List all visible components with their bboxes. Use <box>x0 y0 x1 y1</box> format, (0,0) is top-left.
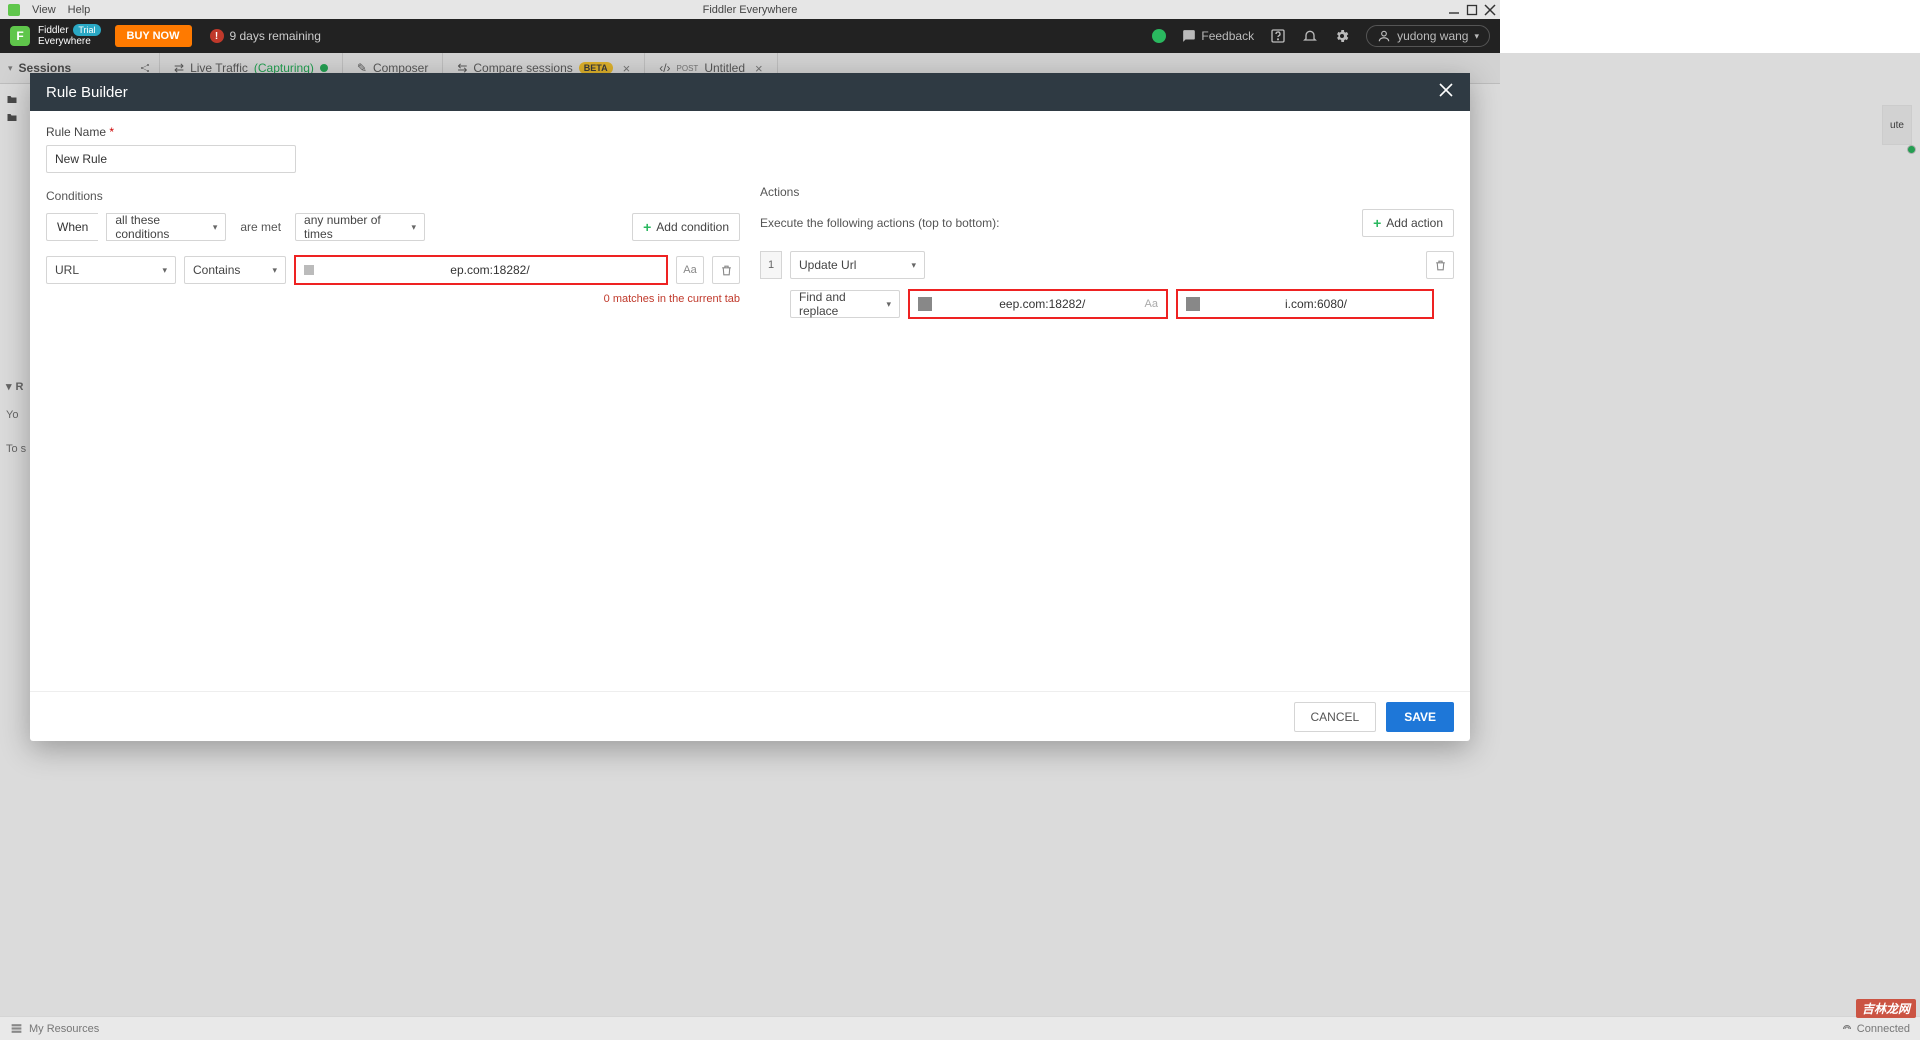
condition-value-input[interactable] <box>322 263 658 277</box>
buy-now-button[interactable]: BUY NOW <box>115 25 192 47</box>
cancel-button[interactable]: CANCEL <box>1294 702 1377 732</box>
delete-action-button[interactable] <box>1426 251 1454 279</box>
add-action-button[interactable]: +Add action <box>1362 209 1454 237</box>
actions-column: Actions Execute the following actions (t… <box>760 125 1454 677</box>
connected-icon <box>1841 1023 1853 1035</box>
replace-value-wrap <box>1176 289 1434 319</box>
trial-badge: Trial <box>73 24 100 36</box>
chevron-down-icon: ▾ <box>162 265 167 276</box>
times-dropdown[interactable]: any number of times▾ <box>295 213 425 241</box>
modal-title: Rule Builder <box>46 84 128 101</box>
condition-row: URL▾ Contains▾ Aa <box>46 255 740 285</box>
are-met-label: are met <box>240 220 281 234</box>
actions-title: Actions <box>760 185 1454 199</box>
rule-name-label: Rule Name <box>46 125 106 139</box>
redact-block <box>304 265 314 275</box>
window-maximize-icon[interactable] <box>1466 4 1478 16</box>
find-value-input[interactable] <box>940 297 1145 311</box>
resources-label[interactable]: My Resources <box>29 1023 99 1035</box>
connected-label: Connected <box>1857 1023 1910 1035</box>
conditions-column: Rule Name * Conditions When all these co… <box>46 125 740 677</box>
chevron-down-icon: ▾ <box>213 222 218 233</box>
chevron-down-icon: ▾ <box>886 299 891 310</box>
bell-icon[interactable] <box>1302 28 1318 44</box>
chevron-down-icon: ▾ <box>1474 31 1479 42</box>
os-titlebar: View Help Fiddler Everywhere <box>0 0 1500 19</box>
modal-footer: CANCEL SAVE <box>30 691 1470 741</box>
gear-icon[interactable] <box>1334 28 1350 44</box>
menu-help[interactable]: Help <box>68 4 91 16</box>
action-type-dropdown[interactable]: Update Url▾ <box>790 251 925 279</box>
rule-name-input[interactable] <box>46 145 296 173</box>
brand: F Fiddler Trial Everywhere <box>10 25 101 47</box>
modal-header: Rule Builder <box>30 73 1470 111</box>
replace-value-input[interactable] <box>1208 297 1424 311</box>
status-bar: My Resources Connected <box>0 1016 1920 1040</box>
help-icon[interactable] <box>1270 28 1286 44</box>
chevron-down-icon: ▾ <box>911 260 916 271</box>
action-number: 1 <box>760 251 782 279</box>
matches-message: 0 matches in the current tab <box>46 293 740 305</box>
brand-icon: F <box>10 26 30 46</box>
brand-line2: Everywhere <box>38 36 101 47</box>
user-icon <box>1377 29 1391 43</box>
resources-icon <box>10 1022 23 1035</box>
days-remaining: 9 days remaining <box>230 29 321 43</box>
condition-value-wrap <box>294 255 668 285</box>
execute-label: Execute the following actions (top to bo… <box>760 216 999 230</box>
redact-block <box>918 297 932 311</box>
case-toggle-button[interactable]: Aa <box>676 256 704 284</box>
when-dropdown[interactable]: all these conditions▾ <box>106 213 226 241</box>
chevron-down-icon: ▾ <box>272 265 277 276</box>
status-ok-icon <box>1152 29 1166 43</box>
plus-icon: + <box>1373 216 1381 230</box>
user-menu[interactable]: yudong wang ▾ <box>1366 25 1490 47</box>
find-value-wrap: Aa <box>908 289 1168 319</box>
close-icon[interactable] <box>1438 82 1454 102</box>
window-minimize-icon[interactable] <box>1448 4 1460 16</box>
rule-builder-modal: Rule Builder Rule Name * Conditions When… <box>30 73 1470 741</box>
case-indicator: Aa <box>1145 298 1158 310</box>
trash-icon <box>1434 259 1447 272</box>
feedback-icon <box>1182 29 1196 43</box>
user-name: yudong wang <box>1397 29 1468 43</box>
delete-condition-button[interactable] <box>712 256 740 284</box>
warning-icon: ! <box>210 29 224 43</box>
menu-view[interactable]: View <box>32 4 56 16</box>
plus-icon: + <box>643 220 651 234</box>
chevron-down-icon: ▾ <box>412 222 417 233</box>
window-close-icon[interactable] <box>1484 4 1496 16</box>
required-star: * <box>109 125 114 139</box>
brand-line1: Fiddler <box>38 25 69 36</box>
when-label: When <box>46 213 98 241</box>
condition-operator-dropdown[interactable]: Contains▾ <box>184 256 286 284</box>
conditions-title: Conditions <box>46 189 740 203</box>
watermark: 吉林龙网 <box>1856 999 1916 1018</box>
app-header: F Fiddler Trial Everywhere BUY NOW ! 9 d… <box>0 19 1500 53</box>
condition-field-dropdown[interactable]: URL▾ <box>46 256 176 284</box>
feedback-button[interactable]: Feedback <box>1182 29 1254 43</box>
find-replace-dropdown[interactable]: Find and replace▾ <box>790 290 900 318</box>
trash-icon <box>720 264 733 277</box>
action-row: 1 Update Url▾ <box>760 251 1454 279</box>
redact-block <box>1186 297 1200 311</box>
save-button[interactable]: SAVE <box>1386 702 1454 732</box>
window-title: Fiddler Everywhere <box>703 4 798 16</box>
action-subrow: Find and replace▾ Aa <box>790 289 1454 319</box>
add-condition-button[interactable]: +Add condition <box>632 213 740 241</box>
app-logo-icon <box>8 4 20 16</box>
